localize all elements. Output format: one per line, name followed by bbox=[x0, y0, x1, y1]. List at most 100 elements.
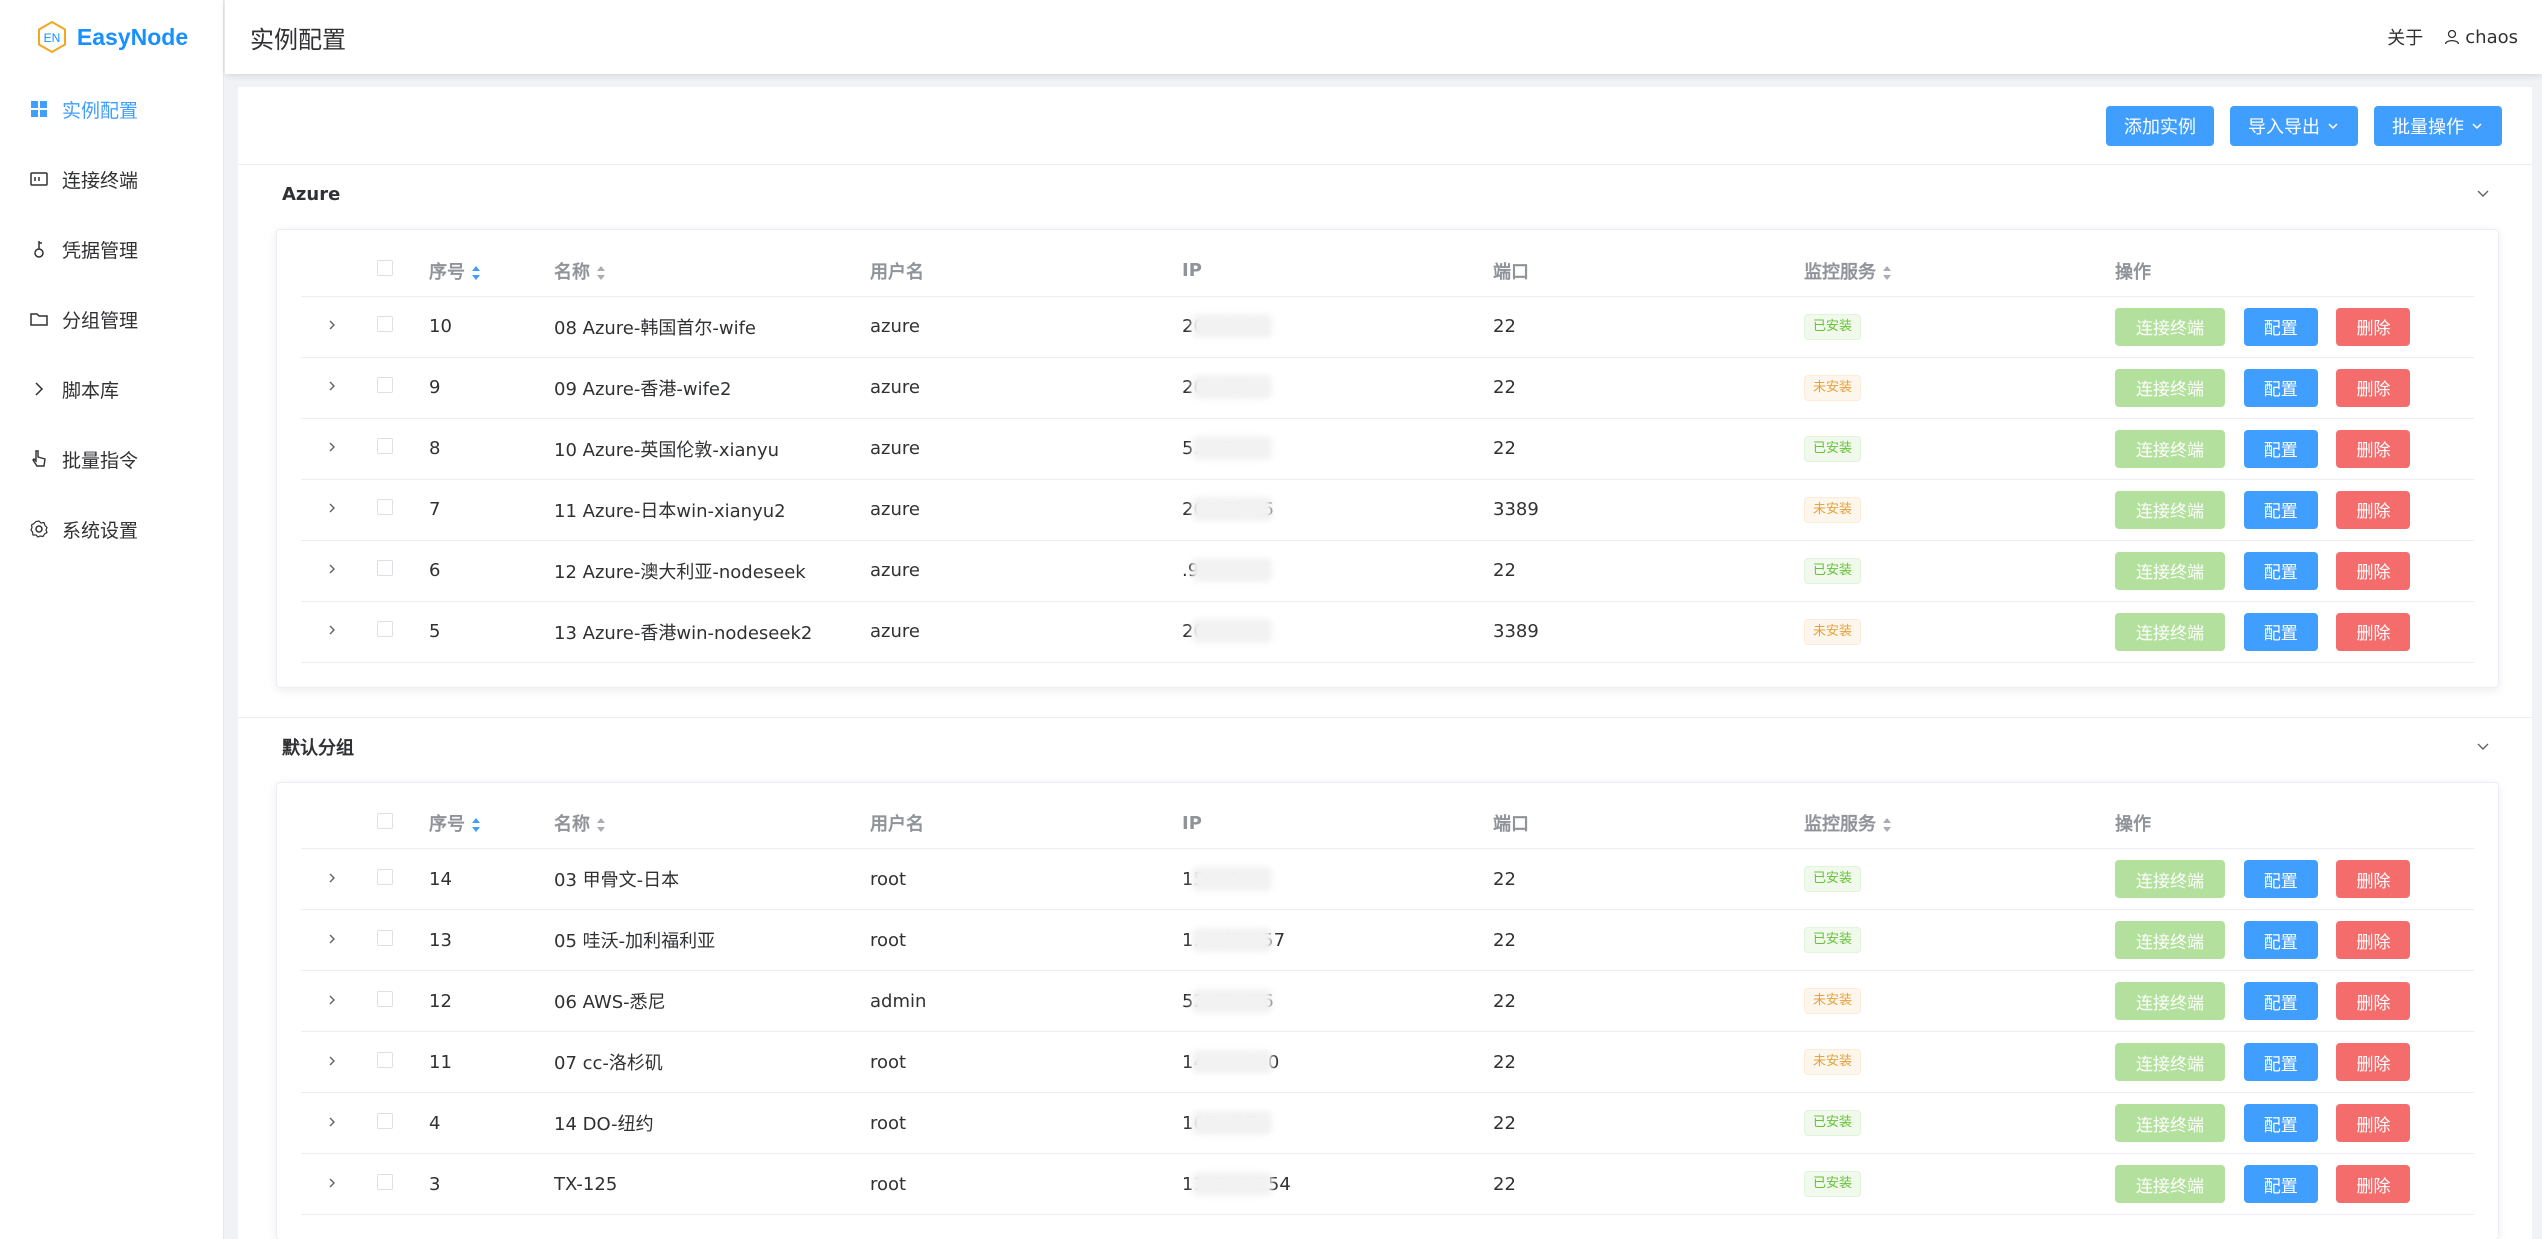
delete-button[interactable]: 删除 bbox=[2336, 307, 2411, 346]
column-label: IP bbox=[1182, 260, 1202, 282]
delete-button[interactable]: 删除 bbox=[2336, 982, 2411, 1020]
row-checkbox[interactable] bbox=[377, 1051, 393, 1068]
column-header-index[interactable]: 序号 bbox=[429, 246, 554, 297]
delete-button[interactable]: 删除 bbox=[2336, 429, 2411, 468]
column-header-monitor[interactable]: 监控服务 bbox=[1804, 246, 2115, 297]
config-button[interactable]: 配置 bbox=[2243, 429, 2318, 468]
config-button[interactable]: 配置 bbox=[2243, 1104, 2318, 1142]
expand-row-icon[interactable] bbox=[325, 993, 339, 1007]
expand-row-icon[interactable] bbox=[325, 932, 339, 946]
expand-row-icon[interactable] bbox=[325, 1176, 339, 1190]
column-header-index[interactable]: 序号 bbox=[429, 798, 554, 849]
config-button[interactable]: 配置 bbox=[2243, 490, 2318, 529]
sort-icon[interactable] bbox=[471, 265, 481, 281]
row-checkbox[interactable] bbox=[377, 1173, 393, 1190]
sidebar-item-settings[interactable]: 系统设置 bbox=[0, 494, 223, 564]
expand-row-icon[interactable] bbox=[325, 318, 339, 332]
expand-row-icon[interactable] bbox=[325, 562, 339, 576]
instance-name: 07 cc-洛杉矶 bbox=[554, 1031, 870, 1093]
delete-button[interactable]: 删除 bbox=[2336, 551, 2411, 590]
sort-icon[interactable] bbox=[596, 265, 606, 281]
logo[interactable]: EN EasyNode bbox=[0, 0, 223, 74]
delete-button[interactable]: 删除 bbox=[2336, 921, 2411, 959]
actions-cell: 连接终端 配置 删除 bbox=[2115, 540, 2474, 602]
connect-terminal-button[interactable]: 连接终端 bbox=[2115, 368, 2225, 407]
table-row: 11 07 cc-洛杉矶 root 14 .43.240 22 未安装 连接终端… bbox=[301, 1031, 2474, 1093]
status-badge: 已安装 bbox=[1804, 557, 1862, 584]
expand-row-icon[interactable] bbox=[325, 1054, 339, 1068]
config-button[interactable]: 配置 bbox=[2243, 921, 2318, 959]
about-link[interactable]: 关于 bbox=[2387, 24, 2423, 50]
connect-terminal-button[interactable]: 连接终端 bbox=[2115, 1104, 2225, 1142]
delete-button[interactable]: 删除 bbox=[2336, 490, 2411, 529]
expand-row-icon[interactable] bbox=[325, 379, 339, 393]
table-row: 5 13 Azure-香港win-nodeseek2 azure 20. 338… bbox=[301, 601, 2474, 663]
column-label: IP bbox=[1182, 812, 1202, 834]
column-header-name[interactable]: 名称 bbox=[554, 246, 870, 297]
delete-button[interactable]: 删除 bbox=[2336, 368, 2411, 407]
chevron-down-icon bbox=[2328, 122, 2338, 129]
connect-terminal-button[interactable]: 连接终端 bbox=[2115, 551, 2225, 590]
config-button[interactable]: 配置 bbox=[2243, 368, 2318, 407]
config-button[interactable]: 配置 bbox=[2243, 307, 2318, 346]
connect-terminal-button[interactable]: 连接终端 bbox=[2115, 1165, 2225, 1203]
select-all-checkbox[interactable] bbox=[377, 260, 393, 277]
expand-row-icon[interactable] bbox=[325, 871, 339, 885]
config-button[interactable]: 配置 bbox=[2243, 860, 2318, 898]
sort-icon[interactable] bbox=[471, 817, 481, 833]
row-checkbox[interactable] bbox=[377, 560, 393, 576]
config-button[interactable]: 配置 bbox=[2243, 1043, 2318, 1081]
row-checkbox[interactable] bbox=[377, 316, 393, 332]
config-button[interactable]: 配置 bbox=[2243, 1165, 2318, 1203]
sidebar-item-batch-commands[interactable]: 批量指令 bbox=[0, 424, 223, 494]
expand-row-icon[interactable] bbox=[325, 623, 339, 637]
sidebar-item-instances[interactable]: 实例配置 bbox=[0, 74, 223, 144]
add-instance-button[interactable]: 添加实例 bbox=[2106, 105, 2214, 146]
sidebar-item-terminal[interactable]: 连接终端 bbox=[0, 144, 223, 214]
connect-terminal-button[interactable]: 连接终端 bbox=[2115, 860, 2225, 898]
user-menu[interactable]: chaos bbox=[2443, 27, 2518, 48]
select-all-checkbox[interactable] bbox=[377, 812, 393, 829]
row-checkbox[interactable] bbox=[377, 377, 393, 393]
row-checkbox[interactable] bbox=[377, 990, 393, 1007]
batch-actions-button[interactable]: 批量操作 bbox=[2374, 105, 2502, 146]
row-checkbox[interactable] bbox=[377, 499, 393, 515]
import-export-button[interactable]: 导入导出 bbox=[2230, 105, 2358, 146]
config-button[interactable]: 配置 bbox=[2243, 551, 2318, 590]
delete-button[interactable]: 删除 bbox=[2336, 1165, 2411, 1203]
column-header-monitor[interactable]: 监控服务 bbox=[1804, 798, 2115, 849]
connect-terminal-button[interactable]: 连接终端 bbox=[2115, 982, 2225, 1020]
group-header[interactable]: Azure bbox=[238, 165, 2532, 223]
delete-button[interactable]: 删除 bbox=[2336, 860, 2411, 898]
column-header-name[interactable]: 名称 bbox=[554, 798, 870, 849]
row-checkbox[interactable] bbox=[377, 929, 393, 946]
connect-terminal-button[interactable]: 连接终端 bbox=[2115, 921, 2225, 959]
row-checkbox[interactable] bbox=[377, 868, 393, 885]
sort-icon[interactable] bbox=[1882, 817, 1892, 833]
connect-terminal-button[interactable]: 连接终端 bbox=[2115, 429, 2225, 468]
row-checkbox[interactable] bbox=[377, 1112, 393, 1129]
expand-row-icon[interactable] bbox=[325, 1115, 339, 1129]
row-checkbox[interactable] bbox=[377, 438, 393, 454]
sidebar-item-groups[interactable]: 分组管理 bbox=[0, 284, 223, 354]
sort-icon[interactable] bbox=[596, 817, 606, 833]
table-body: 10 08 Azure-韩国首尔-wife azure 20. .193 22 … bbox=[301, 296, 2474, 663]
connect-terminal-button[interactable]: 连接终端 bbox=[2115, 1043, 2225, 1081]
sort-icon[interactable] bbox=[1882, 265, 1892, 281]
connect-terminal-button[interactable]: 连接终端 bbox=[2115, 490, 2225, 529]
delete-button[interactable]: 删除 bbox=[2336, 1104, 2411, 1142]
config-button[interactable]: 配置 bbox=[2243, 612, 2318, 651]
expand-row-icon[interactable] bbox=[325, 440, 339, 454]
connect-terminal-button[interactable]: 连接终端 bbox=[2115, 307, 2225, 346]
expand-row-icon[interactable] bbox=[325, 501, 339, 515]
delete-button[interactable]: 删除 bbox=[2336, 1043, 2411, 1081]
connect-terminal-button[interactable]: 连接终端 bbox=[2115, 612, 2225, 651]
row-checkbox[interactable] bbox=[377, 621, 393, 637]
sidebar-item-credentials[interactable]: 凭据管理 bbox=[0, 214, 223, 284]
delete-button[interactable]: 删除 bbox=[2336, 612, 2411, 651]
config-button[interactable]: 配置 bbox=[2243, 982, 2318, 1020]
sidebar-item-scripts[interactable]: 脚本库 bbox=[0, 354, 223, 424]
group-header[interactable]: 默认分组 bbox=[238, 718, 2532, 776]
chevron-down-icon[interactable] bbox=[2474, 185, 2492, 203]
chevron-down-icon[interactable] bbox=[2474, 738, 2492, 756]
